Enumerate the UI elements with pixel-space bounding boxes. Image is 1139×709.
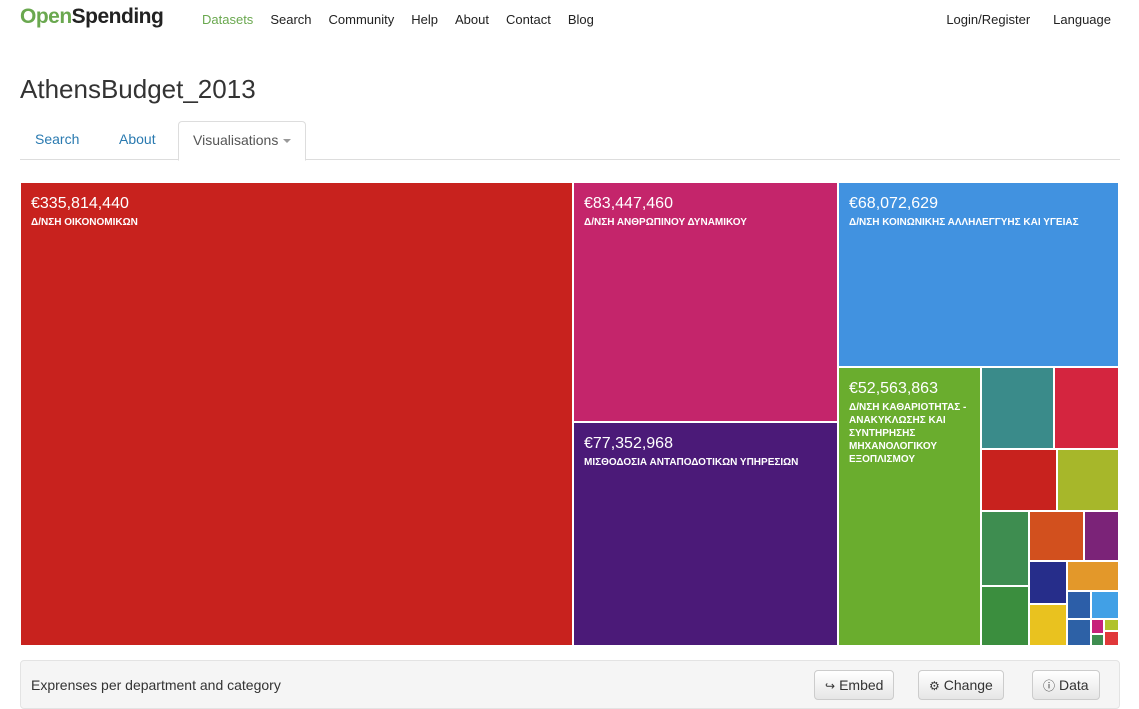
tab-about[interactable]: About	[119, 121, 156, 158]
login-register-link[interactable]: Login/Register	[946, 12, 1030, 27]
cell-amount: €68,072,629	[849, 195, 938, 212]
cell-label: Δ/ΝΣΗ ΑΝΘΡΩΠΙΝΟΥ ΔΥΝΑΜΙΚΟΥ	[584, 217, 747, 228]
nav-about[interactable]: About	[455, 12, 489, 27]
treemap-cell-small[interactable]	[1029, 561, 1067, 604]
treemap-cell-small[interactable]	[981, 586, 1029, 646]
cell-amount: €52,563,863	[849, 380, 938, 397]
tab-visualisations-label: Visualisations	[193, 132, 279, 148]
data-button[interactable]: ⓘ Data	[1032, 670, 1100, 700]
brand-logo[interactable]: OpenSpending	[20, 5, 164, 29]
embed-button[interactable]: ↪ Embed	[814, 670, 895, 700]
treemap-cell-small[interactable]	[1067, 591, 1091, 619]
treemap-cell-small[interactable]	[1091, 634, 1104, 646]
treemap-cell-small[interactable]	[981, 367, 1054, 449]
brand-spending: Spending	[71, 5, 164, 28]
nav-right: Login/Register Language	[923, 12, 1111, 27]
change-button[interactable]: ⚙ Change	[918, 670, 1004, 700]
treemap: €335,814,440 Δ/ΝΣΗ ΟΙΚΟΝΟΜΙΚΩΝ €83,447,4…	[20, 182, 1119, 646]
treemap-cell-small[interactable]	[981, 449, 1057, 511]
treemap-cell-small[interactable]	[1104, 631, 1119, 646]
treemap-cell-payroll[interactable]: €77,352,968 ΜΙΣΘΟΔΟΣΙΑ ΑΝΤΑΠΟΔΟΤΙΚΩΝ ΥΠΗ…	[573, 422, 838, 646]
treemap-cell-small[interactable]	[1067, 561, 1119, 591]
tab-visualisations[interactable]: Visualisations	[178, 121, 307, 161]
page-title: AthensBudget_2013	[20, 74, 256, 104]
treemap-cell-small[interactable]	[1091, 619, 1104, 634]
info-icon: ⓘ	[1043, 679, 1056, 693]
brand-open: Open	[20, 5, 72, 28]
language-link[interactable]: Language	[1053, 12, 1111, 27]
tab-search[interactable]: Search	[35, 121, 79, 158]
visualisation-footer: Exprenses per department and category ↪ E…	[20, 660, 1120, 709]
nav-community[interactable]: Community	[329, 12, 395, 27]
visualisation-description: Exprenses per department and category	[31, 677, 281, 693]
nav-datasets[interactable]: Datasets	[202, 12, 253, 27]
treemap-cell-human-resources[interactable]: €83,447,460 Δ/ΝΣΗ ΑΝΘΡΩΠΙΝΟΥ ΔΥΝΑΜΙΚΟΥ	[573, 182, 838, 422]
treemap-cell-cleaning[interactable]: €52,563,863 Δ/ΝΣΗ ΚΑΘΑΡΙΟΤΗΤΑΣ - ΑΝΑΚΥΚΛ…	[838, 367, 981, 646]
gear-icon: ⚙	[929, 679, 940, 693]
cell-amount: €83,447,460	[584, 195, 673, 212]
cell-amount: €335,814,440	[31, 195, 129, 212]
cell-amount: €77,352,968	[584, 435, 673, 452]
treemap-cell-small[interactable]	[1054, 367, 1119, 449]
treemap-cell-small[interactable]	[1057, 449, 1119, 511]
treemap-cell-small[interactable]	[1067, 619, 1091, 646]
treemap-cell-social-solidarity[interactable]: €68,072,629 Δ/ΝΣΗ ΚΟΙΝΩΝΙΚΗΣ ΑΛΛΗΛΕΓΓΥΗΣ…	[838, 182, 1119, 367]
tab-bar: Search About Visualisations	[20, 121, 1120, 161]
navbar: OpenSpending Datasets Search Community H…	[0, 0, 1139, 38]
nav-links: Datasets Search Community Help About Con…	[202, 12, 611, 27]
treemap-cell-small[interactable]	[981, 511, 1029, 586]
chevron-down-icon	[283, 139, 292, 144]
cell-label: ΜΙΣΘΟΔΟΣΙΑ ΑΝΤΑΠΟΔΟΤΙΚΩΝ ΥΠΗΡΕΣΙΩΝ	[584, 457, 799, 468]
data-label: Data	[1059, 677, 1089, 693]
share-icon: ↪	[825, 679, 836, 693]
treemap-cell-small[interactable]	[1084, 511, 1119, 561]
treemap-cell-small[interactable]	[1104, 619, 1119, 631]
cell-label: Δ/ΝΣΗ ΟΙΚΟΝΟΜΙΚΩΝ	[31, 217, 138, 228]
nav-contact[interactable]: Contact	[506, 12, 551, 27]
treemap-cell-small[interactable]	[1029, 604, 1067, 646]
treemap-cell-small[interactable]	[1029, 511, 1084, 561]
treemap-cell-small[interactable]	[1091, 591, 1119, 619]
embed-label: Embed	[839, 677, 884, 693]
nav-help[interactable]: Help	[411, 12, 438, 27]
treemap-cell-finance[interactable]: €335,814,440 Δ/ΝΣΗ ΟΙΚΟΝΟΜΙΚΩΝ	[20, 182, 573, 646]
nav-blog[interactable]: Blog	[568, 12, 594, 27]
change-label: Change	[943, 677, 993, 693]
cell-label: Δ/ΝΣΗ ΚΑΘΑΡΙΟΤΗΤΑΣ - ΑΝΑΚΥΚΛΩΣΗΣ ΚΑΙ ΣΥΝ…	[849, 402, 967, 465]
cell-label: Δ/ΝΣΗ ΚΟΙΝΩΝΙΚΗΣ ΑΛΛΗΛΕΓΓΥΗΣ ΚΑΙ ΥΓΕΙΑΣ	[849, 217, 1079, 228]
nav-search[interactable]: Search	[270, 12, 311, 27]
